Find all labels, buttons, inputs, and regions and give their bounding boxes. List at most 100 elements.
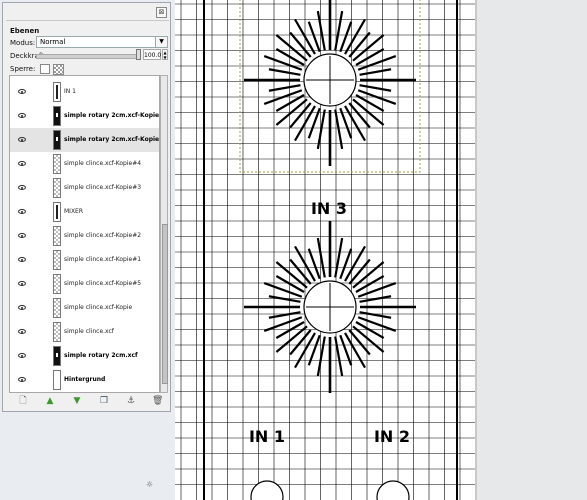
opacity-slider[interactable]: [36, 54, 141, 59]
opacity-slider-handle[interactable]: [136, 49, 141, 60]
layer-name: simple clince.xcf-Kopie: [64, 304, 133, 311]
layer-thumbnail: [53, 298, 61, 318]
visibility-eye-icon[interactable]: [18, 113, 26, 118]
knob-tick: [359, 68, 392, 76]
layer-row[interactable]: IN 1: [10, 80, 159, 104]
knob-circle: [376, 480, 410, 500]
visibility-eye-icon[interactable]: [18, 161, 26, 166]
canvas-label: IN 2: [374, 427, 410, 446]
layer-thumbnail: [53, 178, 61, 198]
knob-tick: [357, 55, 397, 71]
layer-name: simple clince.xcf-Kopie#1: [64, 256, 142, 263]
layer-name: Hintergrund: [64, 376, 106, 383]
layer-row[interactable]: simple rotary 2cm.xcf: [10, 344, 159, 368]
lock-label: Sperre:: [10, 65, 36, 73]
layer-thumbnail: [53, 250, 61, 270]
layer-row[interactable]: Hintergrund: [10, 368, 159, 392]
layer-name: simple rotary 2cm.xcf: [64, 352, 138, 359]
knob-tick: [263, 55, 303, 71]
layer-list: IN 1 simple rotary 2cm.xcf-Kopie#3 simple …: [9, 75, 160, 393]
panel-title: Ebenen: [10, 27, 40, 35]
layer-row[interactable]: simple rotary 2cm.xcf-Kopie#3: [10, 104, 159, 128]
knob-tick: [316, 10, 326, 51]
layer-thumbnail: [53, 274, 61, 294]
layer-name: simple clince.xcf-Kopie#4: [64, 160, 142, 167]
visibility-eye-icon[interactable]: [18, 233, 26, 238]
layer-name: simple rotary 2cm.xcf-Kopie#1: [64, 136, 160, 143]
layer-row[interactable]: simple clince.xcf-Kopie#1: [10, 248, 159, 272]
visibility-eye-icon[interactable]: [18, 257, 26, 262]
layer-row[interactable]: simple clince.xcf-Kopie#2: [10, 224, 159, 248]
canvas-edge: [475, 0, 477, 500]
canvas-drawing: IN 3 IN 1 IN 2: [175, 0, 475, 500]
layer-row[interactable]: MIXER: [10, 200, 159, 224]
knob-tick: [263, 282, 303, 298]
knob-tick: [359, 84, 392, 92]
chevron-down-icon[interactable]: ▼: [155, 37, 167, 47]
knob-tick: [268, 84, 301, 92]
knob-tick: [316, 109, 326, 150]
image-canvas[interactable]: IN 3 IN 1 IN 2: [175, 0, 475, 500]
layer-row[interactable]: simple clince.xcf-Kopie#5: [10, 272, 159, 296]
canvas-label: IN 1: [249, 427, 285, 446]
knob-tick: [289, 31, 312, 58]
opacity-spin-button[interactable]: ▲ ▼: [162, 49, 168, 60]
layer-row[interactable]: simple rotary 2cm.xcf-Kopie#1: [10, 128, 159, 152]
lower-layer-icon[interactable]: ▼: [72, 396, 82, 406]
knob-tick: [268, 68, 301, 76]
layer-name: MIXER: [64, 208, 84, 215]
layer-thumbnail: [53, 154, 61, 174]
scrollbar-thumb[interactable]: [162, 224, 168, 384]
visibility-eye-icon[interactable]: [18, 281, 26, 286]
layer-thumbnail: [53, 322, 61, 342]
dock-tab-bar: ⊠: [6, 5, 169, 19]
layer-row[interactable]: simple clince.xcf-Kopie: [10, 296, 159, 320]
layer-row[interactable]: simple clince.xcf: [10, 320, 159, 344]
visibility-eye-icon[interactable]: [18, 137, 26, 142]
layer-row[interactable]: simple clince.xcf-Kopie#4: [10, 152, 159, 176]
new-layer-icon[interactable]: 🗋: [18, 396, 28, 406]
visibility-eye-icon[interactable]: [18, 89, 26, 94]
opacity-value-field[interactable]: 100.0: [143, 49, 161, 60]
layer-name: simple clince.xcf: [64, 328, 114, 335]
knob-circle: [250, 480, 284, 500]
knob-tick: [268, 311, 301, 319]
visibility-eye-icon[interactable]: [18, 353, 26, 358]
visibility-eye-icon[interactable]: [18, 377, 26, 382]
mode-label: Modus:: [10, 39, 36, 47]
visibility-eye-icon[interactable]: [18, 329, 26, 334]
layer-thumbnail: [53, 106, 61, 126]
layer-name: simple clince.xcf-Kopie#3: [64, 184, 142, 191]
layer-name: simple clince.xcf-Kopie#2: [64, 232, 142, 239]
visibility-eye-icon[interactable]: [18, 185, 26, 190]
mode-select[interactable]: Normal ▼: [36, 36, 168, 48]
anchor-layer-icon[interactable]: ⚓: [126, 396, 136, 406]
layer-thumbnail: [53, 130, 61, 150]
duplicate-layer-icon[interactable]: ❐: [99, 396, 109, 406]
knob-tick: [289, 102, 312, 129]
layer-row[interactable]: simple clince.xcf-Kopie#3: [10, 176, 159, 200]
lock-alpha-checkbox[interactable]: [53, 64, 64, 75]
layers-dock-panel: ⊠ Ebenen Modus: Normal ▼ Deckkraft 100.0…: [2, 2, 171, 412]
knob-tick: [268, 295, 301, 303]
lock-pixels-checkbox[interactable]: [40, 64, 50, 74]
knob-tick: [316, 336, 326, 377]
canvas-label: IN 3: [311, 199, 347, 218]
knob-tick: [359, 295, 392, 303]
knob-tick: [316, 237, 326, 278]
layer-toolbar: 🗋 ▲ ▼ ❐ ⚓ 🗑: [6, 395, 169, 409]
layer-name: IN 1: [64, 88, 76, 95]
visibility-eye-icon[interactable]: [18, 305, 26, 310]
layer-name: simple clince.xcf-Kopie#5: [64, 280, 142, 287]
layer-name: simple rotary 2cm.xcf-Kopie#3: [64, 112, 160, 119]
mode-value: Normal: [40, 38, 66, 46]
close-icon[interactable]: ⊠: [156, 7, 167, 18]
canvas-background: [475, 0, 587, 500]
busy-icon: ☼: [146, 480, 154, 489]
raise-layer-icon[interactable]: ▲: [45, 396, 55, 406]
delete-layer-icon[interactable]: 🗑: [152, 396, 163, 406]
knob-tick: [263, 316, 303, 332]
knob-tick: [289, 258, 312, 285]
layer-list-scrollbar[interactable]: [160, 75, 168, 393]
visibility-eye-icon[interactable]: [18, 209, 26, 214]
